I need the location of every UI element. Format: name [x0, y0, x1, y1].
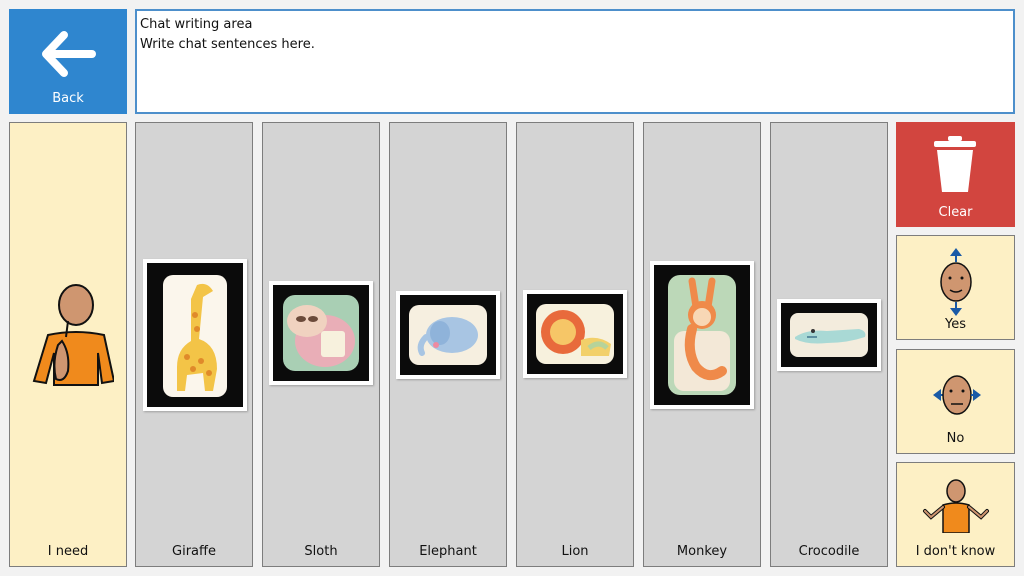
monkey-photo	[650, 261, 754, 409]
lion-image	[536, 304, 614, 364]
tile-label: Monkey	[676, 544, 728, 559]
tile-giraffe[interactable]: Giraffe	[135, 122, 253, 567]
yes-button[interactable]: Yes	[896, 235, 1015, 340]
crocodile-photo	[777, 299, 881, 371]
tile-label: Elephant	[419, 544, 477, 559]
dont-know-button[interactable]: I don't know	[896, 462, 1015, 567]
tile-i-need[interactable]: I need	[9, 122, 127, 567]
sloth-photo	[269, 281, 373, 385]
tile-label: Sloth	[304, 544, 338, 559]
crocodile-image	[790, 313, 868, 357]
shrug-icon	[923, 479, 989, 533]
chat-title: Chat writing area	[140, 17, 253, 32]
head-shake-icon	[933, 375, 981, 415]
monkey-image	[668, 275, 736, 395]
head-nod-icon	[940, 248, 972, 316]
tile-lion[interactable]: Lion	[516, 122, 634, 567]
clear-button[interactable]: Clear	[896, 122, 1015, 227]
lion-photo	[523, 290, 627, 378]
chat-placeholder: Write chat sentences here.	[140, 37, 315, 52]
tile-crocodile[interactable]: Crocodile	[770, 122, 888, 567]
tile-label: Crocodile	[798, 544, 860, 559]
trash-can-icon	[934, 136, 976, 192]
tile-label: Giraffe	[172, 544, 216, 559]
giraffe-image	[163, 275, 227, 397]
tile-elephant[interactable]: Elephant	[389, 122, 507, 567]
back-button[interactable]: Back	[9, 9, 127, 114]
tile-label: I need	[47, 544, 89, 559]
no-label: No	[946, 431, 965, 446]
tile-monkey[interactable]: Monkey	[643, 122, 761, 567]
elephant-photo	[396, 291, 500, 379]
giraffe-photo	[143, 259, 247, 411]
clear-label: Clear	[938, 205, 973, 220]
back-label: Back	[52, 91, 84, 106]
no-button[interactable]: No	[896, 349, 1015, 454]
yes-label: Yes	[945, 317, 966, 332]
arrow-left-icon	[42, 31, 96, 77]
tile-label: Lion	[561, 544, 589, 559]
chat-writing-area[interactable]: Chat writing area Write chat sentences h…	[135, 9, 1015, 114]
dont-know-label: I don't know	[915, 544, 996, 559]
person-pointing-self-icon	[32, 284, 114, 386]
elephant-image	[409, 305, 487, 365]
sloth-image	[283, 295, 359, 371]
tile-sloth[interactable]: Sloth	[262, 122, 380, 567]
